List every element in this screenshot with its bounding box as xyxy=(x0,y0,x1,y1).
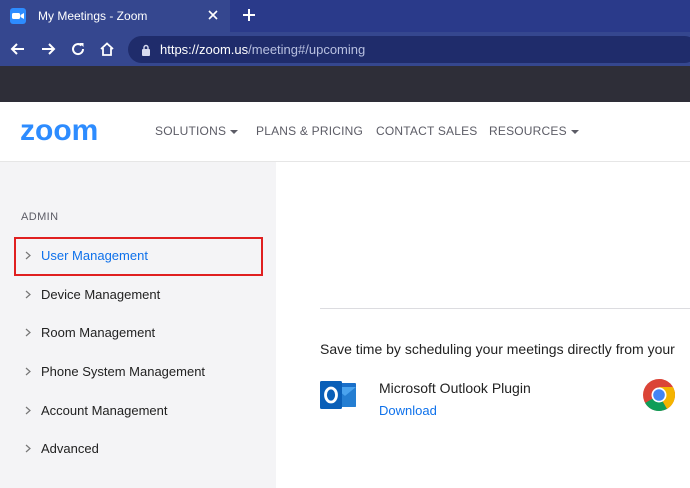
browser-toolbar: https://zoom.us/meeting#/upcoming xyxy=(0,32,690,66)
back-icon[interactable] xyxy=(8,39,28,59)
sidebar-item-device-management[interactable]: Device Management xyxy=(0,279,276,309)
chrome-icon xyxy=(642,378,676,412)
lock-icon[interactable] xyxy=(140,43,152,57)
sidebar-heading-admin: ADMIN xyxy=(21,211,59,223)
sidebar-item-phone-system-management[interactable]: Phone System Management xyxy=(0,356,276,386)
sidebar-item-label: Phone System Management xyxy=(41,363,206,379)
chevron-right-icon xyxy=(24,366,32,376)
new-tab-icon[interactable] xyxy=(240,6,258,24)
reload-icon[interactable] xyxy=(68,39,88,59)
chevron-right-icon xyxy=(24,327,32,337)
browser-tab[interactable]: My Meetings - Zoom xyxy=(0,0,230,32)
close-tab-icon[interactable] xyxy=(206,8,220,22)
chevron-right-icon xyxy=(24,289,32,299)
site-header: zoom SOLUTIONS PLANS & PRICING CONTACT S… xyxy=(0,102,690,162)
zoom-logo[interactable]: zoom xyxy=(20,114,98,148)
outlook-icon xyxy=(320,377,356,413)
sidebar-item-room-management[interactable]: Room Management xyxy=(0,317,276,347)
annotation-highlight-box xyxy=(14,237,263,276)
zoom-favicon-icon xyxy=(10,8,26,24)
nav-resources[interactable]: RESOURCES xyxy=(489,124,579,138)
url-text: https://zoom.us/meeting#/upcoming xyxy=(160,42,366,57)
divider xyxy=(320,308,690,309)
nav-solutions[interactable]: SOLUTIONS xyxy=(155,124,239,138)
bookmarks-bar xyxy=(0,66,690,102)
chevron-right-icon xyxy=(24,443,32,453)
sidebar-item-account-management[interactable]: Account Management xyxy=(0,395,276,425)
sidebar-item-label: Advanced xyxy=(41,440,99,456)
address-bar[interactable]: https://zoom.us/meeting#/upcoming xyxy=(128,36,690,63)
forward-icon[interactable] xyxy=(38,39,58,59)
plugin-name: Microsoft Outlook Plugin xyxy=(379,380,531,396)
caret-down-icon xyxy=(570,129,579,134)
sidebar-item-advanced[interactable]: Advanced xyxy=(0,433,276,463)
promo-text: Save time by scheduling your meetings di… xyxy=(320,341,675,357)
main-content: Save time by scheduling your meetings di… xyxy=(276,162,690,488)
sidebar-item-label: Device Management xyxy=(41,286,161,302)
tab-title: My Meetings - Zoom xyxy=(38,9,148,23)
nav-contact-sales[interactable]: CONTACT SALES xyxy=(376,124,478,138)
caret-down-icon xyxy=(230,129,239,134)
sidebar-item-label: Room Management xyxy=(41,324,156,340)
nav-plans-pricing[interactable]: PLANS & PRICING xyxy=(256,124,363,138)
download-link[interactable]: Download xyxy=(379,403,437,418)
browser-tab-strip: My Meetings - Zoom xyxy=(0,0,690,32)
sidebar-item-label: Account Management xyxy=(41,402,168,418)
home-icon[interactable] xyxy=(97,39,117,59)
chevron-right-icon xyxy=(24,405,32,415)
admin-sidebar: ADMIN User Management Device Management … xyxy=(0,162,276,488)
